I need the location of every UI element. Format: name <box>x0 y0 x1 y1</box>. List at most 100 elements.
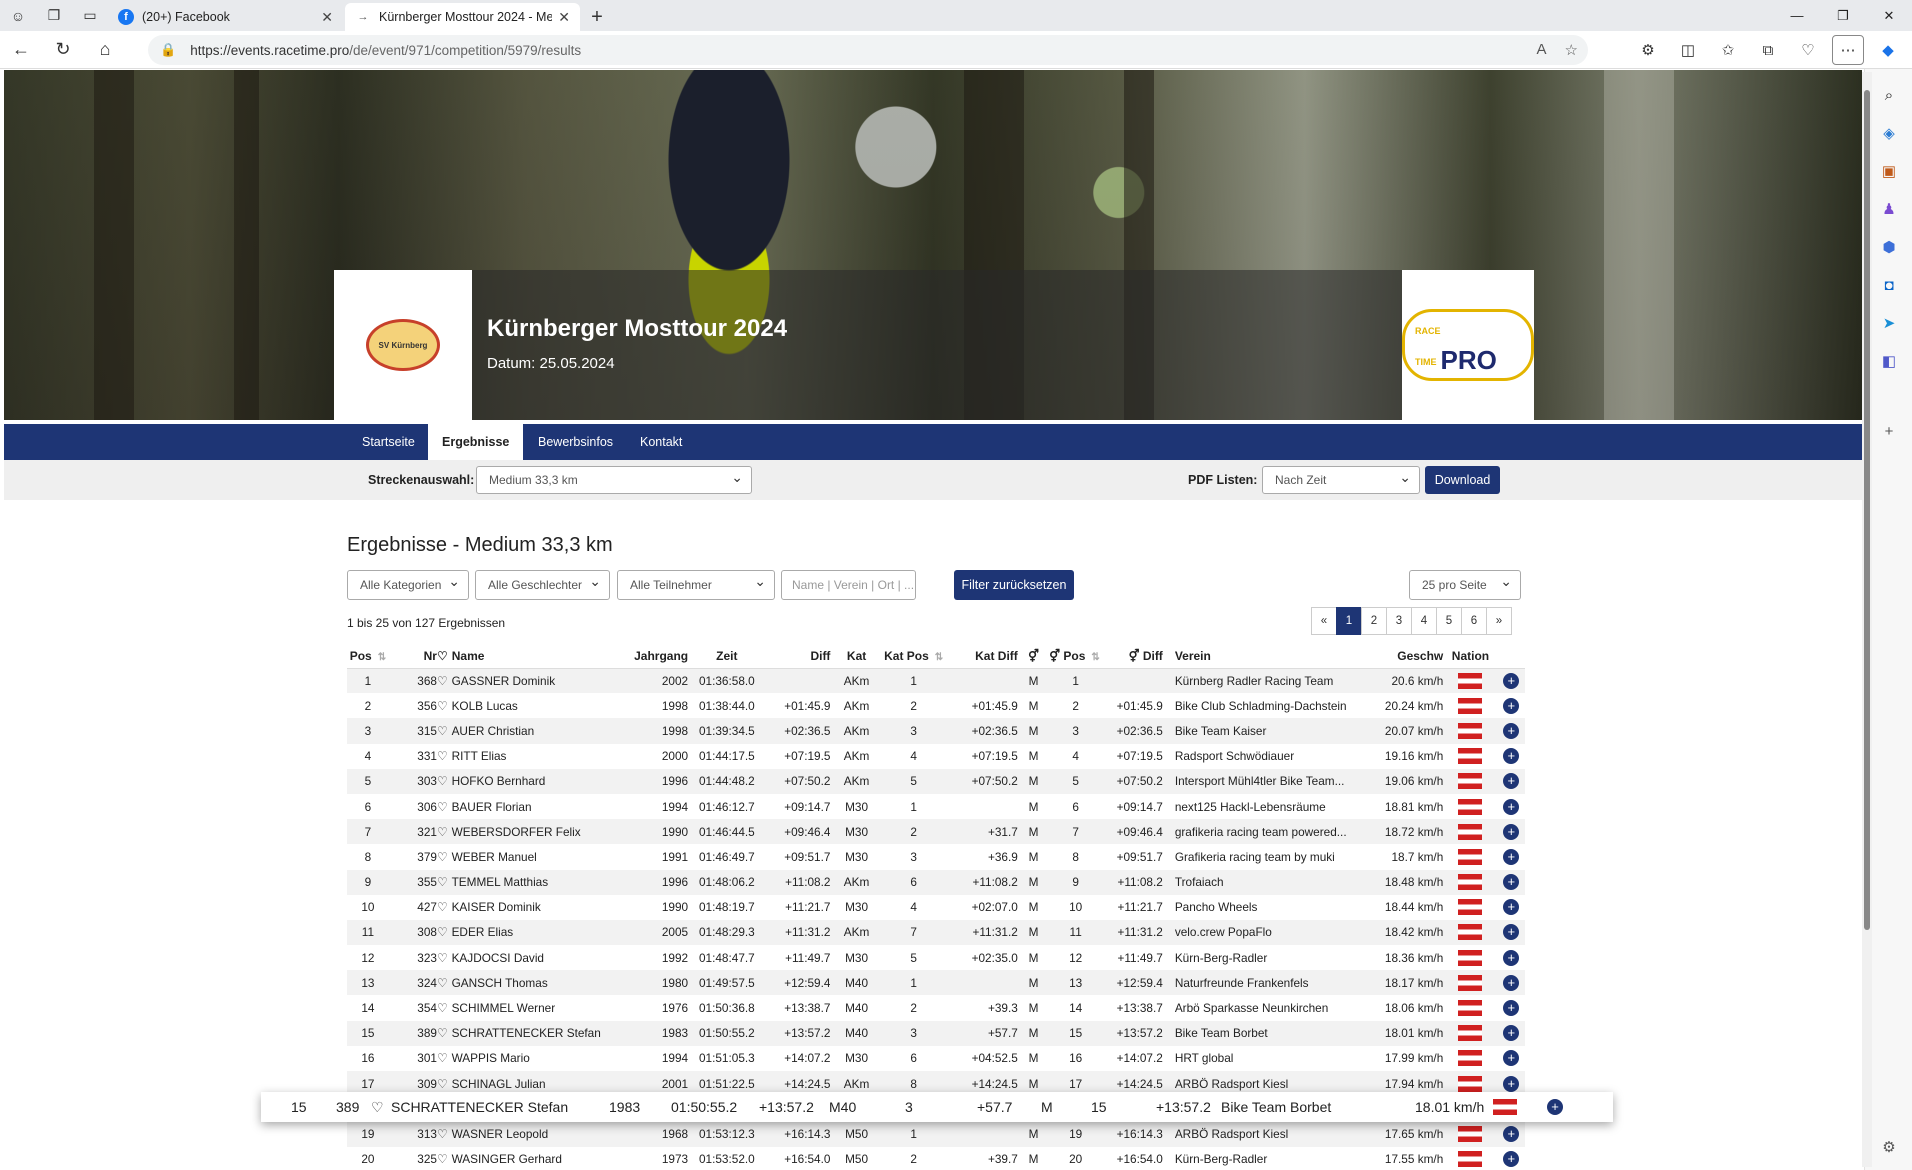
col-name[interactable]: ♡ Name <box>436 644 626 669</box>
new-tab-button[interactable]: + <box>582 3 612 31</box>
heart-icon[interactable]: ♡ <box>371 1099 384 1116</box>
heart-icon[interactable]: ♡ <box>437 1001 448 1015</box>
profile-icon[interactable]: ☺ <box>0 0 36 31</box>
expand-plus-icon[interactable]: + <box>1503 974 1520 991</box>
expand-plus-icon[interactable]: + <box>1503 773 1520 790</box>
favorites-icon[interactable]: ✩ <box>1712 35 1744 65</box>
heart-icon[interactable]: ♡ <box>437 850 448 864</box>
menu-icon[interactable]: ⋯ <box>1832 35 1864 65</box>
heart-icon[interactable]: ♡ <box>437 774 448 788</box>
table-row[interactable]: 1 368 ♡ GASSNER Dominik 2002 01:36:58.0 AKm 1 M 1… <box>347 668 1525 694</box>
col-nation[interactable]: Nation <box>1443 644 1498 669</box>
table-row[interactable]: 16 301 ♡ WAPPIS Mario 1994 01:51:05.3 +14:07.2… <box>347 1046 1525 1071</box>
hovered-row-popup[interactable]: 15 389 ♡ SCHRATTENECKER Stefan 1983 01:5… <box>261 1092 1613 1122</box>
pdf-select[interactable]: Nach Zeit <box>1262 466 1420 494</box>
table-row[interactable]: 11 308 ♡ EDER Elias 2005 01:48:29.3 +11:31.2 AK… <box>347 919 1525 946</box>
expand-plus-icon[interactable]: + <box>1503 823 1520 840</box>
page-3[interactable]: 3 <box>1386 607 1412 635</box>
table-row[interactable]: 13 324 ♡ GANSCH Thomas 1980 01:49:57.5 +12:59.… <box>347 970 1525 996</box>
heart-icon[interactable]: ♡ <box>437 900 448 914</box>
table-row[interactable]: 12 323 ♡ KAJDOCSI David 1992 01:48:47.7 +11:49… <box>347 945 1525 970</box>
table-row[interactable]: 10 427 ♡ KAISER Dominik 1990 01:48:19.7 +11:21… <box>347 895 1525 920</box>
heart-icon[interactable]: ♡ <box>437 674 448 688</box>
nav-bewerbsinfos[interactable]: Bewerbsinfos <box>524 424 627 460</box>
page-next[interactable]: » <box>1486 607 1512 635</box>
page-5[interactable]: 5 <box>1436 607 1462 635</box>
col-jahrgang[interactable]: Jahrgang <box>625 644 689 669</box>
expand-plus-icon[interactable]: + <box>1503 1025 1520 1042</box>
heart-icon[interactable]: ♡ <box>437 800 448 814</box>
performance-icon[interactable]: ♡ <box>1792 35 1824 65</box>
heart-icon[interactable]: ♡ <box>437 724 448 738</box>
table-row[interactable]: 8 379 ♡ WEBER Manuel 1991 01:46:49.7 +09:51.7 M… <box>347 844 1525 869</box>
page-2[interactable]: 2 <box>1361 607 1387 635</box>
heart-icon[interactable]: ♡ <box>437 925 448 939</box>
col-kat[interactable]: Kat <box>830 644 883 669</box>
col-pos[interactable]: Pos ⇅ <box>347 644 389 669</box>
page-1[interactable]: 1 <box>1336 607 1362 635</box>
gender-select[interactable]: Alle Geschlechter <box>475 570 610 600</box>
participant-select[interactable]: Alle Teilnehmer <box>617 570 775 600</box>
close-window-icon[interactable]: ✕ <box>1866 0 1912 31</box>
heart-icon[interactable]: ♡ <box>437 1026 448 1040</box>
col-verein[interactable]: Verein <box>1162 644 1368 669</box>
heart-icon[interactable]: ♡ <box>437 1152 448 1166</box>
expand-plus-icon[interactable]: + <box>1503 697 1520 714</box>
col-kat-diff[interactable]: Kat Diff <box>944 644 1018 669</box>
expand-plus-icon[interactable]: + <box>1503 722 1520 739</box>
table-row[interactable]: 3 315 ♡ AUER Christian 1998 01:39:34.5 +02:36.… <box>347 718 1525 744</box>
tag-icon[interactable]: ◈ <box>1877 121 1901 145</box>
nav-ergebnisse[interactable]: Ergebnisse <box>428 424 524 460</box>
browser-tab-results[interactable]: → Kürnberger Mosttour 2024 - Me ✕ <box>345 3 580 31</box>
close-tab-icon[interactable]: ✕ <box>558 9 570 26</box>
scrollbar-thumb[interactable] <box>1864 90 1870 930</box>
heart-icon[interactable]: ♡ <box>437 976 448 990</box>
table-row[interactable]: 20 325 ♡ WASINGER Gerhard 1973 01:53:52.0 +16:… <box>347 1147 1525 1170</box>
outlook-icon[interactable]: ◘ <box>1877 273 1901 297</box>
reset-filter-button[interactable]: Filter zurücksetzen <box>954 570 1074 600</box>
expand-plus-icon[interactable]: + <box>1547 1099 1563 1115</box>
table-row[interactable]: 14 354 ♡ SCHIMMEL Werner 1976 01:50:36.8 +13:3… <box>347 995 1525 1020</box>
teams-icon[interactable]: ◧ <box>1877 349 1901 373</box>
people-icon[interactable]: ♟ <box>1877 197 1901 221</box>
expand-plus-icon[interactable]: + <box>1503 848 1520 865</box>
expand-plus-icon[interactable]: + <box>1503 1050 1520 1067</box>
tab-actions-icon[interactable]: ▭ <box>72 0 108 31</box>
collections-icon[interactable]: ⧉ <box>1752 35 1784 65</box>
copilot-app-icon[interactable]: ⬢ <box>1877 235 1901 259</box>
col-geschw[interactable]: Geschw <box>1367 644 1444 669</box>
split-screen-icon[interactable]: ◫ <box>1672 35 1704 65</box>
expand-plus-icon[interactable]: + <box>1503 1125 1520 1142</box>
table-row[interactable]: 4 331 ♡ RITT Elias 2000 01:44:17.5 +07:19.5 AKm… <box>347 744 1525 769</box>
heart-icon[interactable]: ♡ <box>437 1051 448 1065</box>
table-row[interactable]: 6 306 ♡ BAUER Florian 1994 01:46:12.7 +09:14.7… <box>347 794 1525 819</box>
table-row[interactable]: 7 321 ♡ WEBERSDORFER Felix 1990 01:46:44.5 +09… <box>347 819 1525 845</box>
heart-icon[interactable]: ♡ <box>437 875 448 889</box>
page-prev[interactable]: « <box>1311 607 1337 635</box>
search-icon[interactable]: ⌕ <box>1877 83 1901 107</box>
search-input[interactable]: Name | Verein | Ort | ... <box>781 570 916 600</box>
expand-plus-icon[interactable]: + <box>1503 1151 1520 1168</box>
home-icon[interactable]: ⌂ <box>84 32 126 68</box>
expand-plus-icon[interactable]: + <box>1503 1000 1520 1017</box>
nav-kontakt[interactable]: Kontakt <box>626 424 696 460</box>
back-arrow-icon[interactable]: ← <box>0 32 42 68</box>
minimize-icon[interactable]: — <box>1774 0 1820 31</box>
table-row[interactable]: 9 355 ♡ TEMMEL Matthias 1996 01:48:06.2 +11:08… <box>347 869 1525 895</box>
expand-plus-icon[interactable]: + <box>1503 949 1520 966</box>
add-icon[interactable]: + <box>1877 419 1901 443</box>
expand-plus-icon[interactable]: + <box>1503 899 1520 916</box>
close-tab-icon[interactable]: ✕ <box>321 9 333 26</box>
table-row[interactable]: 5 303 ♡ HOFKO Bernhard 1996 01:44:48.2 +07:50.… <box>347 768 1525 794</box>
heart-icon[interactable]: ♡ <box>437 749 448 763</box>
heart-icon[interactable]: ♡ <box>437 951 448 965</box>
expand-plus-icon[interactable]: + <box>1503 798 1520 815</box>
workspaces-icon[interactable]: ❐ <box>36 0 72 31</box>
refresh-icon[interactable]: ↻ <box>42 32 84 68</box>
browser-tab-facebook[interactable]: f (20+) Facebook ✕ <box>108 3 343 31</box>
expand-plus-icon[interactable]: + <box>1503 1075 1520 1092</box>
expand-plus-icon[interactable]: + <box>1503 672 1520 689</box>
page-6[interactable]: 6 <box>1461 607 1487 635</box>
expand-plus-icon[interactable]: + <box>1503 924 1520 941</box>
track-select[interactable]: Medium 33,3 km <box>476 466 752 494</box>
